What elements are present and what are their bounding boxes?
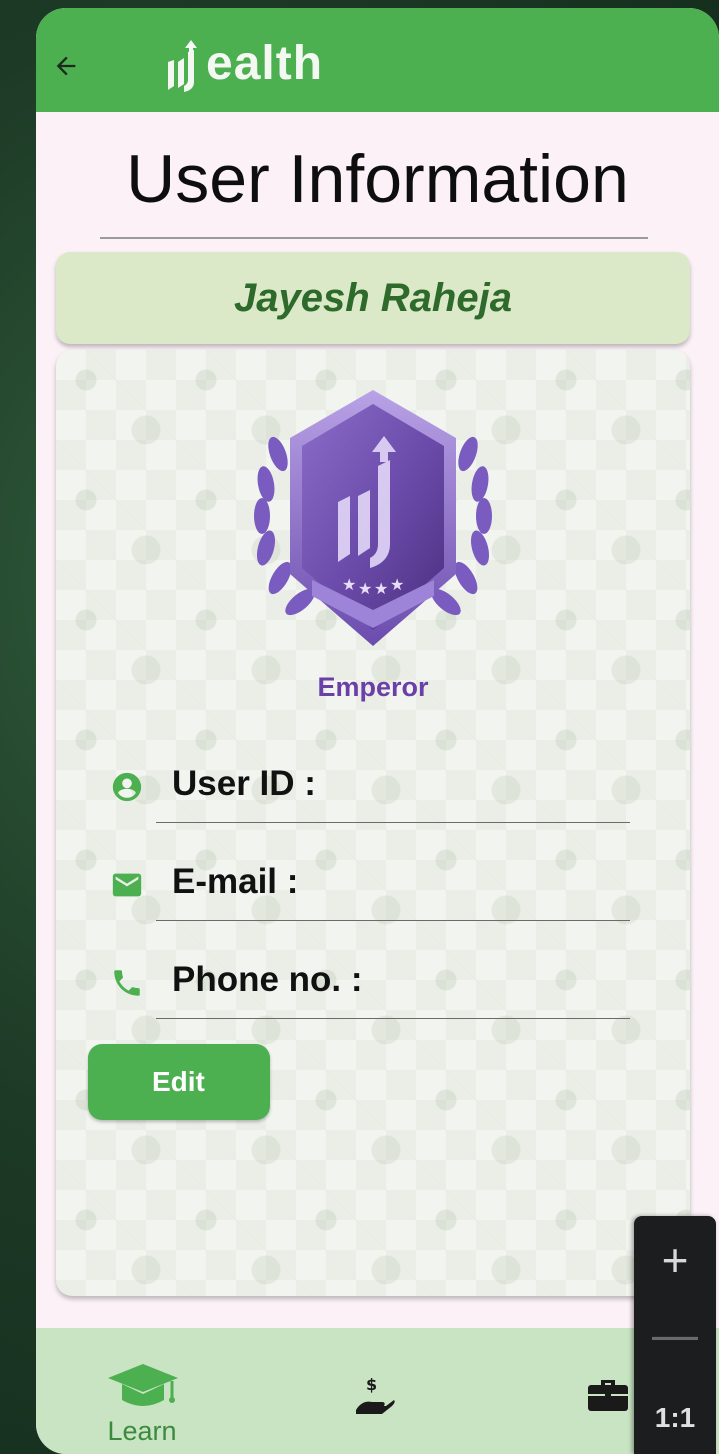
brand-logo: ealth xyxy=(164,36,323,96)
user-id-label: User ID : xyxy=(172,764,316,803)
svg-text:★: ★ xyxy=(358,579,372,598)
brand-text: ealth xyxy=(206,36,324,90)
nav-item-learn[interactable]: Learn xyxy=(92,1328,202,1454)
title-divider xyxy=(100,237,648,239)
zoom-out-button[interactable]: — xyxy=(634,1304,716,1364)
svg-text:★: ★ xyxy=(374,579,388,598)
user-id-field[interactable]: User ID : xyxy=(110,754,630,823)
page-title: User Information xyxy=(126,141,629,217)
profile-card: ★ ★ ★ ★ Emperor User ID : E-mail : Phone… xyxy=(56,350,690,1296)
phone-icon xyxy=(114,970,140,996)
email-icon xyxy=(112,873,142,897)
user-id-underline xyxy=(156,822,630,823)
edit-button[interactable]: Edit xyxy=(88,1044,270,1120)
app-screen: ealth User Information Jayesh Raheja ★ ★… xyxy=(36,8,719,1454)
user-name: Jayesh Raheja xyxy=(234,275,512,320)
phone-label: Phone no. : xyxy=(172,960,363,999)
svg-text:★: ★ xyxy=(342,575,356,594)
email-underline xyxy=(156,920,630,921)
email-field[interactable]: E-mail : xyxy=(110,852,630,921)
user-name-banner: Jayesh Raheja xyxy=(56,252,690,344)
email-label: E-mail : xyxy=(172,862,299,901)
back-button[interactable] xyxy=(52,52,80,80)
app-bar: ealth xyxy=(36,8,719,112)
account-circle-icon xyxy=(112,772,142,802)
svg-text:★: ★ xyxy=(390,575,404,594)
graduation-cap-icon xyxy=(108,1364,178,1406)
briefcase-icon xyxy=(588,1380,628,1411)
nav-label-learn: Learn xyxy=(107,1416,177,1446)
zoom-reset-button[interactable]: 1:1 xyxy=(634,1388,716,1448)
hand-money-icon: $ xyxy=(356,1375,395,1414)
phone-underline xyxy=(156,1018,630,1019)
phone-field[interactable]: Phone no. : xyxy=(110,950,630,1019)
nav-item-earn[interactable]: $ xyxy=(346,1328,406,1454)
arrow-left-icon xyxy=(56,56,76,76)
rank-label: Emperor xyxy=(317,672,429,702)
emperor-badge-icon: ★ ★ ★ ★ xyxy=(254,390,492,646)
zoom-controls: + — 1:1 xyxy=(634,1216,716,1454)
zoom-in-button[interactable]: + xyxy=(634,1230,716,1290)
wealth-logo-icon xyxy=(168,40,197,92)
bottom-navigation: Learn $ xyxy=(36,1328,719,1454)
svg-text:$: $ xyxy=(366,1375,377,1394)
